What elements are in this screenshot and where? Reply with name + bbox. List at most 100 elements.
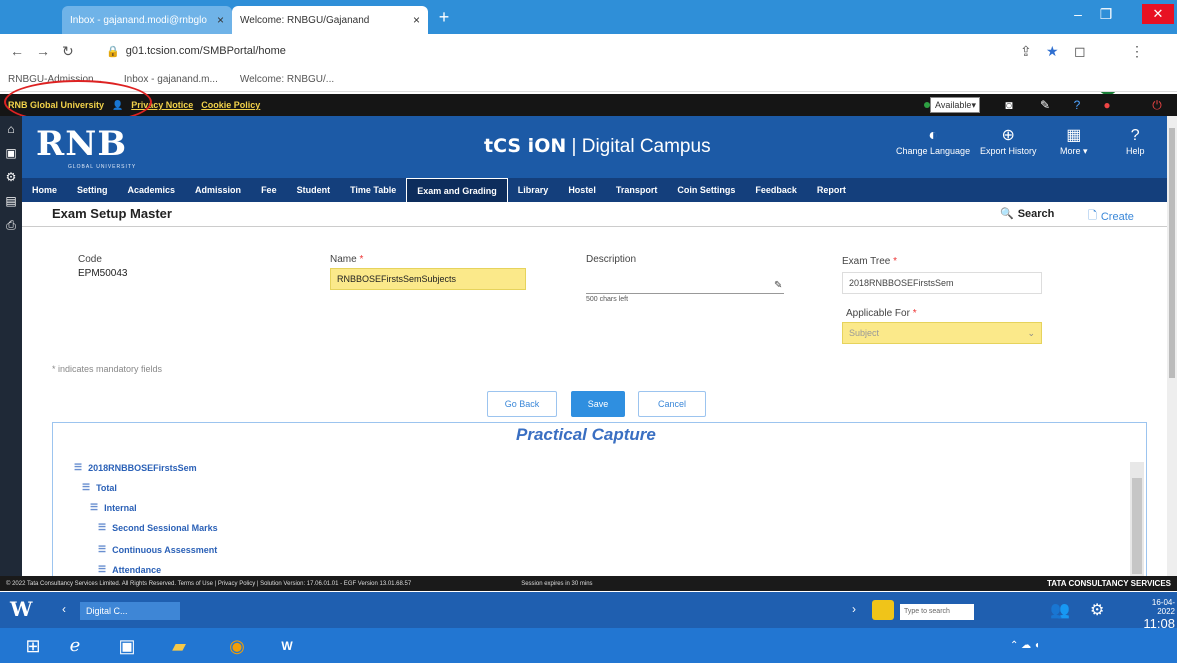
- panel-scroll-thumb[interactable]: [1132, 478, 1142, 574]
- share-icon[interactable]: ⇪: [1020, 43, 1032, 60]
- practical-capture-title: Practical Capture: [516, 425, 656, 444]
- url-text: g01.tcsion.com/SMBPortal/home: [125, 45, 286, 57]
- menu-coin-settings[interactable]: Coin Settings: [667, 178, 745, 202]
- windows-start-icon[interactable]: ⊞: [20, 634, 46, 658]
- home-icon[interactable]: ⌂: [0, 118, 22, 140]
- kebab-menu-icon[interactable]: ⋮: [1130, 43, 1144, 60]
- menu-academics[interactable]: Academics: [118, 178, 186, 202]
- system-tray-icon[interactable]: ⌃ ☁ ◖: [1010, 640, 1040, 651]
- lock-icon: 🔒: [106, 45, 120, 58]
- reload-icon[interactable]: ↻: [62, 43, 74, 60]
- tree-node-icon: ☰: [98, 544, 107, 554]
- panel-icon[interactable]: ▣: [0, 142, 22, 164]
- back-icon[interactable]: ←: [10, 43, 24, 59]
- chrome-icon[interactable]: ◉: [224, 634, 250, 658]
- restore-icon[interactable]: ❐: [1094, 6, 1118, 23]
- tree-node-label: Total: [96, 482, 117, 493]
- edit-icon[interactable]: ✎: [1036, 96, 1054, 114]
- cortana-icon[interactable]: [872, 600, 894, 620]
- go-back-button[interactable]: Go Back: [487, 391, 557, 417]
- tcs-brand: TATA CONSULTANCY SERVICES: [1046, 579, 1171, 588]
- description-field[interactable]: [586, 266, 784, 294]
- settings-icon[interactable]: ⚙: [0, 166, 22, 188]
- tree-node-label: Internal: [104, 502, 137, 513]
- close-icon[interactable]: ×: [217, 13, 224, 27]
- bookmark-star-icon[interactable]: ★: [1046, 43, 1059, 60]
- tab-label: Welcome: RNBGU/Gajanand: [240, 14, 370, 26]
- cookie-policy-link[interactable]: Cookie Policy: [201, 100, 260, 110]
- chevron-right-icon[interactable]: ›: [852, 602, 856, 616]
- power-icon[interactable]: ⏻: [1148, 96, 1166, 114]
- session-expiry: Session expires in 30 mins: [521, 580, 593, 587]
- menu-home[interactable]: Home: [22, 178, 67, 202]
- tree-node[interactable]: ☰ Internal: [90, 502, 137, 513]
- change-language-button[interactable]: ◐ Change Language: [896, 126, 970, 156]
- bookmark-item[interactable]: Welcome: RNBGU/...: [240, 74, 334, 85]
- more-button[interactable]: ▦ More ▾: [1060, 126, 1088, 157]
- browser-tab-welcome[interactable]: Welcome: RNBGU/Gajanand ×: [232, 6, 428, 34]
- question-icon: ?: [1130, 127, 1140, 144]
- tree-node[interactable]: ☰ Attendance: [98, 564, 161, 575]
- tree-node[interactable]: ☰ Total: [82, 482, 117, 493]
- chevron-down-icon: ▾: [971, 99, 976, 110]
- settings-gear-icon[interactable]: ⚙: [1090, 600, 1104, 620]
- new-tab-button[interactable]: +: [434, 8, 454, 28]
- menu-setting[interactable]: Setting: [67, 178, 118, 202]
- name-input[interactable]: RNBBOSEFirstsSemSubjects: [330, 268, 526, 290]
- menu-admission[interactable]: Admission: [185, 178, 251, 202]
- brand-prefix: tCS iON: [484, 135, 567, 157]
- notification-icon[interactable]: ●: [1098, 96, 1116, 114]
- print-icon[interactable]: ⎙: [0, 214, 22, 236]
- chevron-down-icon: ⌄: [1027, 328, 1035, 338]
- forward-icon[interactable]: →: [36, 43, 50, 59]
- cancel-button[interactable]: Cancel: [638, 391, 706, 417]
- taskbar-search[interactable]: Type to search: [900, 604, 974, 620]
- internet-explorer-icon[interactable]: e: [62, 634, 88, 658]
- taskbar-app-tab[interactable]: Digital C...: [80, 602, 180, 620]
- menu-hostel[interactable]: Hostel: [558, 178, 606, 202]
- browser-tab-inbox[interactable]: Inbox - gajanand.modi@rnbglo ×: [62, 6, 232, 34]
- page-title: Exam Setup Master: [52, 206, 172, 221]
- applicable-for-select[interactable]: Subject ⌄: [842, 322, 1042, 344]
- divider: [22, 226, 1167, 227]
- file-explorer-icon[interactable]: ▰: [166, 634, 192, 658]
- window-close-icon[interactable]: ✕: [1142, 4, 1174, 24]
- chevron-left-icon[interactable]: ‹: [62, 602, 66, 616]
- description-label: Description: [586, 254, 637, 265]
- main-menu: Home Setting Academics Admission Fee Stu…: [22, 178, 1167, 202]
- search-button[interactable]: 🔍 Search: [1000, 207, 1054, 221]
- menu-exam-and-grading[interactable]: Exam and Grading: [406, 178, 508, 202]
- menu-report[interactable]: Report: [807, 178, 856, 202]
- camera-icon[interactable]: ◙: [1000, 96, 1018, 114]
- help-icon[interactable]: ?: [1068, 96, 1086, 114]
- store-icon[interactable]: ▣: [114, 634, 140, 658]
- tree-node-label: Continuous Assessment: [112, 544, 218, 555]
- close-icon[interactable]: ×: [413, 13, 420, 27]
- export-history-button[interactable]: ⊕ Export History: [980, 126, 1037, 156]
- menu-fee[interactable]: Fee: [251, 178, 287, 202]
- date-text: 16-04-2022: [1151, 598, 1175, 616]
- create-icon: 🗋: [1088, 210, 1097, 222]
- people-icon[interactable]: 👥: [1050, 600, 1070, 620]
- bookmark-item[interactable]: Inbox - gajanand.m...: [124, 74, 218, 85]
- menu-library[interactable]: Library: [508, 178, 559, 202]
- save-button[interactable]: Save: [571, 391, 625, 417]
- url-field[interactable]: 🔒 g01.tcsion.com/SMBPortal/home: [106, 40, 986, 62]
- availability-select[interactable]: Available ▾: [930, 97, 980, 113]
- tab-search-icon[interactable]: ◻: [1074, 43, 1086, 60]
- create-button[interactable]: 🗋 Create: [1088, 207, 1134, 226]
- word-app-icon[interactable]: W: [10, 597, 38, 623]
- report-icon[interactable]: ▤: [0, 190, 22, 212]
- tree-node[interactable]: ☰ 2018RNBBOSEFirstsSem: [74, 462, 197, 473]
- word-icon[interactable]: W: [274, 634, 300, 658]
- minimize-icon[interactable]: ‒: [1066, 6, 1090, 22]
- exam-tree-input[interactable]: 2018RNBBOSEFirstsSem: [842, 272, 1042, 294]
- page-scroll-thumb[interactable]: [1169, 128, 1175, 378]
- menu-feedback[interactable]: Feedback: [745, 178, 807, 202]
- tree-node[interactable]: ☰ Second Sessional Marks: [98, 522, 218, 533]
- help-button[interactable]: ? Help: [1126, 126, 1145, 156]
- menu-time-table[interactable]: Time Table: [340, 178, 406, 202]
- menu-student[interactable]: Student: [287, 178, 341, 202]
- tree-node[interactable]: ☰ Continuous Assessment: [98, 544, 217, 555]
- menu-transport[interactable]: Transport: [606, 178, 668, 202]
